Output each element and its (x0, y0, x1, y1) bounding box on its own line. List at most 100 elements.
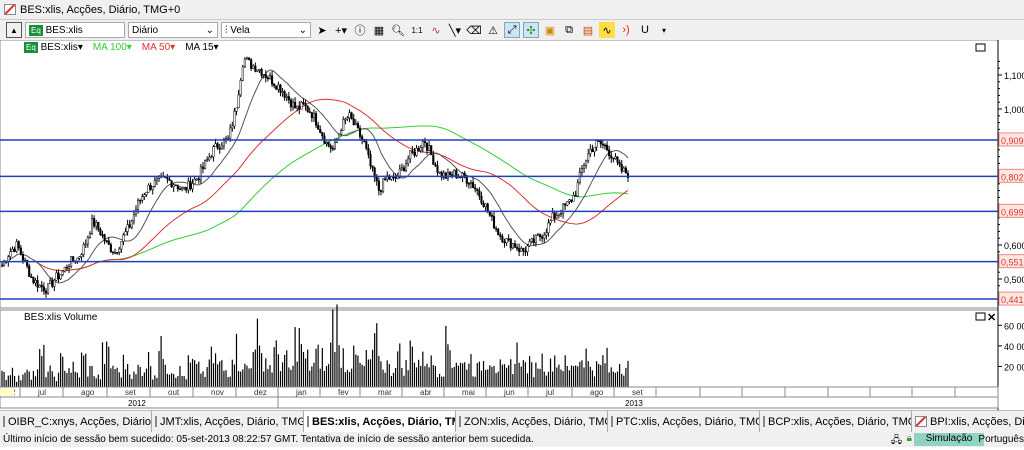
chart-tab[interactable]: BES:xlis, Acções, Diário, TM... (304, 411, 456, 432)
indicators-icon[interactable]: ▦ (371, 22, 387, 38)
candle-body (559, 213, 563, 215)
candle-body (308, 111, 311, 113)
month-label: jul (37, 388, 46, 397)
candle-body (549, 220, 552, 224)
candle-body (93, 218, 96, 227)
candle-body (530, 238, 533, 242)
language-selector[interactable]: Português (978, 434, 1024, 445)
candle-body (553, 212, 556, 219)
eraser-icon[interactable]: ⌫ (466, 22, 482, 38)
candle-body (375, 176, 378, 182)
candle-body (608, 149, 611, 156)
chart-tab[interactable]: JMT:xlis, Acções, Diário, TMG... (152, 411, 304, 432)
price-tick-label: 1,000 (1004, 105, 1024, 115)
pointer-icon[interactable]: ➤ (314, 22, 330, 38)
candle-body (499, 234, 502, 237)
candle-body (63, 266, 66, 272)
chart-tab-label: BPI:xlis, Acções, Diário (930, 415, 1024, 428)
period-select[interactable]: Diário ⌄ (128, 22, 218, 38)
candle-body (574, 195, 577, 197)
candle-body (57, 272, 60, 280)
candle-body (576, 182, 579, 197)
info-icon[interactable]: ⓘ (352, 22, 368, 38)
zoom-reset-icon[interactable]: 1:1 (409, 22, 425, 38)
close-volume-icon: ✕ (987, 312, 996, 324)
candle-body (582, 165, 586, 169)
candle-body (231, 125, 234, 129)
chart-tab[interactable]: ZON:xlis, Acções, Diário, TMG... (456, 411, 608, 432)
month-label: jan (295, 388, 307, 397)
candle-body (457, 176, 460, 179)
candle-body (233, 111, 236, 127)
candle-body (599, 140, 602, 145)
candle-body (254, 65, 257, 72)
candle-body (166, 177, 169, 180)
candle-body (153, 179, 156, 187)
candle-body (384, 178, 387, 180)
candle-body (15, 241, 18, 252)
candle-body (515, 247, 519, 249)
magnet-icon[interactable]: U (637, 22, 653, 38)
chart-tab[interactable]: OIBR_C:xnys, Acções, Diário, ... (0, 411, 152, 432)
candle-body (333, 142, 336, 149)
candle-body (505, 238, 508, 244)
chart-tab[interactable]: BCP:xlis, Acções, Diário, TMG... (760, 411, 912, 432)
crosshair-icon[interactable]: +▾ (333, 22, 349, 38)
level-label: 0,699 (1001, 207, 1024, 217)
candle-body (536, 234, 540, 236)
candle-body (539, 234, 542, 238)
candle-body (176, 185, 179, 190)
candle-body (618, 162, 621, 165)
candle-body (419, 147, 422, 151)
layout-icon[interactable]: ▤ (580, 22, 596, 38)
chart-tab[interactable]: BPI:xlis, Acções, Diário (912, 411, 1024, 432)
simulation-mode-badge[interactable]: Simulação (914, 433, 984, 446)
candle-body (438, 171, 441, 174)
candle-body (342, 119, 345, 131)
legend-ma100[interactable]: MA 100▾ (93, 42, 132, 53)
legend-ma50[interactable]: MA 50▾ (142, 42, 175, 53)
candle-body (547, 222, 550, 234)
candle-body (298, 105, 301, 110)
candle-body (344, 118, 347, 121)
template-icon[interactable]: ▣ (542, 22, 558, 38)
toolbar-overflow-icon[interactable]: ▾ (656, 22, 672, 38)
candle-body (120, 241, 123, 250)
zoom-icon[interactable]: 🔍︎ (390, 22, 406, 38)
legend-ma15[interactable]: MA 15▾ (185, 42, 218, 53)
autoscale-icon[interactable]: ⤢ (504, 22, 520, 38)
chart-tab[interactable]: PTC:xlis, Acções, Diário, TMG... (608, 411, 760, 432)
collapse-toolbar-button[interactable]: ▲ (6, 22, 22, 38)
candle-body (109, 244, 112, 252)
candle-body (141, 196, 144, 201)
legend-symbol[interactable]: Eq BES:xlis▾ (24, 42, 83, 53)
candle-body (626, 173, 630, 179)
candle-body (321, 132, 324, 137)
candle-body (248, 57, 251, 60)
alert-icon[interactable]: ⚠ (485, 22, 501, 38)
chart-type-select[interactable]: ⫶ Vela ⌄ (221, 22, 311, 38)
candle-body (304, 103, 307, 107)
line-tool-icon[interactable]: ╲▾ (447, 22, 463, 38)
wave-icon[interactable]: ∿ (599, 22, 615, 38)
snap-icon[interactable]: ✣ (523, 22, 539, 38)
month-label: jul (545, 388, 554, 397)
month-label: nov (211, 388, 224, 397)
candle-body (227, 137, 230, 140)
candle-body (524, 250, 527, 253)
candle-body (30, 276, 33, 278)
candle-body (143, 194, 146, 197)
chevron-down-icon: ⌄ (298, 24, 307, 36)
candle-body (134, 209, 138, 215)
symbol-input[interactable]: Eq BES:xlis (25, 22, 125, 38)
copy-chart-icon[interactable]: ⧉ (561, 22, 577, 38)
candle-body (118, 248, 121, 253)
price-tick-label: 0,600 (1004, 241, 1024, 251)
sound-icon[interactable]: ›) (618, 22, 634, 38)
candle-body (103, 234, 106, 241)
candle-body (168, 178, 171, 181)
price-chart[interactable]: ✕ 1,100 1,000 0,600 0,500 0,909 0,802 0,699 0,55… (0, 40, 1024, 410)
candle-body (151, 185, 154, 190)
studies-icon[interactable]: ∿ (428, 22, 444, 38)
month-label: jun (503, 388, 515, 397)
